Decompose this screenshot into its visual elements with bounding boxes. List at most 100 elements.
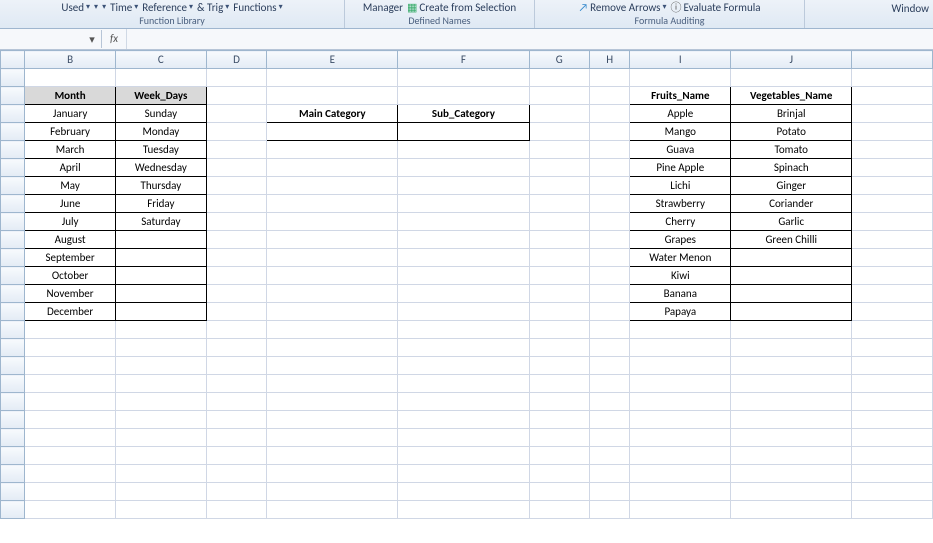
cell[interactable] bbox=[206, 429, 267, 447]
row-header[interactable] bbox=[1, 501, 25, 519]
cell[interactable] bbox=[267, 195, 398, 213]
cell[interactable] bbox=[398, 321, 529, 339]
cell[interactable] bbox=[206, 87, 267, 105]
cell[interactable] bbox=[529, 105, 590, 123]
cell-fruits-header[interactable]: Fruits_Name bbox=[630, 87, 731, 105]
date-time-dropdown[interactable]: Time▾ bbox=[110, 1, 138, 14]
row-header[interactable] bbox=[1, 339, 25, 357]
cell-veg-header[interactable]: Vegetables_Name bbox=[731, 87, 852, 105]
cell-main-category-header[interactable]: Main Category bbox=[267, 105, 398, 123]
cell[interactable] bbox=[206, 411, 267, 429]
row-header[interactable] bbox=[1, 213, 25, 231]
cell[interactable] bbox=[267, 375, 398, 393]
cell[interactable]: Grapes bbox=[630, 231, 731, 249]
cell[interactable] bbox=[267, 213, 398, 231]
cell[interactable]: Sunday bbox=[115, 105, 206, 123]
cell[interactable] bbox=[852, 141, 933, 159]
cell[interactable] bbox=[206, 141, 267, 159]
row-header[interactable] bbox=[1, 69, 25, 87]
cell[interactable] bbox=[115, 357, 206, 375]
cell[interactable]: Tomato bbox=[731, 141, 852, 159]
cell[interactable] bbox=[25, 429, 116, 447]
cell[interactable] bbox=[267, 159, 398, 177]
cell[interactable] bbox=[115, 429, 206, 447]
cell[interactable] bbox=[529, 123, 590, 141]
cell[interactable] bbox=[630, 447, 731, 465]
row-header[interactable] bbox=[1, 411, 25, 429]
cell[interactable]: March bbox=[25, 141, 116, 159]
cell[interactable] bbox=[852, 483, 933, 501]
col-header-I[interactable]: I bbox=[630, 51, 731, 69]
cell[interactable] bbox=[590, 231, 630, 249]
cell[interactable] bbox=[398, 231, 529, 249]
cell[interactable] bbox=[398, 483, 529, 501]
cell[interactable] bbox=[115, 447, 206, 465]
cell[interactable] bbox=[25, 321, 116, 339]
cell[interactable] bbox=[398, 411, 529, 429]
cell[interactable] bbox=[852, 69, 933, 87]
cell[interactable] bbox=[267, 285, 398, 303]
cell[interactable] bbox=[529, 177, 590, 195]
cell[interactable] bbox=[206, 177, 267, 195]
cell[interactable] bbox=[398, 159, 529, 177]
cell[interactable] bbox=[529, 411, 590, 429]
cell[interactable]: Saturday bbox=[115, 213, 206, 231]
cell[interactable] bbox=[206, 483, 267, 501]
cell[interactable] bbox=[590, 375, 630, 393]
cell[interactable] bbox=[529, 159, 590, 177]
cell[interactable] bbox=[206, 213, 267, 231]
col-header-G[interactable]: G bbox=[529, 51, 590, 69]
cell[interactable] bbox=[267, 177, 398, 195]
row-header[interactable] bbox=[1, 231, 25, 249]
cell[interactable] bbox=[115, 267, 206, 285]
cell[interactable] bbox=[115, 69, 206, 87]
cell[interactable] bbox=[206, 465, 267, 483]
row-header[interactable] bbox=[1, 429, 25, 447]
cell[interactable] bbox=[115, 465, 206, 483]
cell-sub-category-header[interactable]: Sub_Category bbox=[398, 105, 529, 123]
cell[interactable] bbox=[630, 393, 731, 411]
cell[interactable] bbox=[852, 339, 933, 357]
cell[interactable] bbox=[206, 123, 267, 141]
row-header[interactable] bbox=[1, 447, 25, 465]
cell[interactable] bbox=[206, 195, 267, 213]
cell[interactable] bbox=[731, 69, 852, 87]
recently-used-dropdown[interactable]: Used▾ bbox=[61, 1, 90, 14]
cell[interactable]: Wednesday bbox=[115, 159, 206, 177]
cell[interactable] bbox=[206, 393, 267, 411]
cell[interactable] bbox=[115, 321, 206, 339]
cell[interactable] bbox=[630, 411, 731, 429]
row-header[interactable] bbox=[1, 321, 25, 339]
cell[interactable] bbox=[529, 501, 590, 519]
cell[interactable] bbox=[529, 339, 590, 357]
cell[interactable] bbox=[630, 357, 731, 375]
cell[interactable] bbox=[398, 285, 529, 303]
cell[interactable] bbox=[398, 249, 529, 267]
col-header-D[interactable]: D bbox=[206, 51, 267, 69]
name-box[interactable]: ▾ bbox=[0, 30, 102, 48]
cell[interactable] bbox=[590, 195, 630, 213]
cell[interactable]: Potato bbox=[731, 123, 852, 141]
cell[interactable] bbox=[206, 375, 267, 393]
cell[interactable]: Garlic bbox=[731, 213, 852, 231]
cell[interactable] bbox=[731, 393, 852, 411]
generic-dropdown-2[interactable]: ▾ bbox=[102, 2, 106, 12]
cell[interactable] bbox=[398, 501, 529, 519]
cell[interactable] bbox=[590, 177, 630, 195]
cell[interactable] bbox=[206, 321, 267, 339]
cell[interactable] bbox=[25, 501, 116, 519]
cell[interactable]: Cherry bbox=[630, 213, 731, 231]
row-header[interactable] bbox=[1, 483, 25, 501]
cell[interactable] bbox=[590, 69, 630, 87]
cell[interactable]: Pine Apple bbox=[630, 159, 731, 177]
cell[interactable] bbox=[25, 483, 116, 501]
cell[interactable] bbox=[590, 105, 630, 123]
cell[interactable] bbox=[25, 339, 116, 357]
cell[interactable] bbox=[206, 285, 267, 303]
cell[interactable] bbox=[630, 69, 731, 87]
cell[interactable] bbox=[529, 249, 590, 267]
cell[interactable] bbox=[590, 213, 630, 231]
cell[interactable] bbox=[590, 321, 630, 339]
cell[interactable] bbox=[398, 357, 529, 375]
cell[interactable]: October bbox=[25, 267, 116, 285]
